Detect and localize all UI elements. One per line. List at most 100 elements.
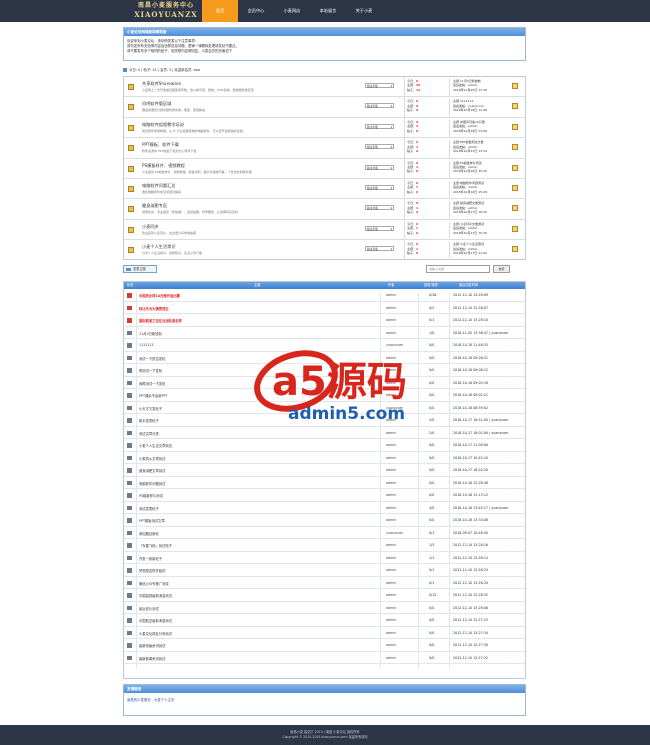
- forum-name[interactable]: 小麦同乡: [142, 224, 159, 230]
- table-row[interactable]: 健身减肥文章测试 admin 0/0 2018-10-17 16:20:20: [124, 464, 525, 481]
- thread-title[interactable]: 11月5日新放制: [139, 331, 162, 336]
- rss-icon[interactable]: [512, 246, 518, 253]
- thread-title[interactable]: 微信公众号推广测试: [139, 581, 169, 586]
- moderator-select[interactable]: 版主列表: [365, 184, 394, 190]
- thread-title[interactable]: 最新新闻资讯测试: [139, 656, 165, 661]
- table-row[interactable]: 最新新闻资讯测试 admin 0/0 2012-12-10 15:27:22: [124, 652, 525, 668]
- search-button[interactable]: 搜索: [493, 265, 510, 273]
- moderator-select[interactable]: 版主列表: [365, 144, 394, 150]
- table-row[interactable]: 开发一篇新帖子 admin 1/1 2012-12-10 15:28:14: [124, 552, 525, 568]
- rss-icon[interactable]: [512, 144, 518, 151]
- moderator-select[interactable]: 版主列表: [365, 164, 394, 170]
- thread-author[interactable]: admin: [386, 518, 396, 522]
- thread-title[interactable]: 新手发表帖子: [139, 418, 159, 423]
- table-row[interactable]: 添加题目新帖 yuanxcom 0/1 2018-09-07 10:48:50: [124, 527, 525, 543]
- thread-author[interactable]: yuanxcom: [386, 531, 403, 535]
- thread-title[interactable]: 添加题目新帖: [139, 531, 159, 536]
- forum-last-post[interactable]: 主题:11月5日新放制 最后发帖：admin 2018年11月25日 13:36: [449, 79, 509, 97]
- table-row[interactable]: 科比牛为大满贯而生 admin 0/2 2012-12-10 15:28:07: [124, 302, 525, 318]
- thread-title[interactable]: 我再测试一下发帖: [139, 381, 165, 386]
- moderator-select[interactable]: 版主列表: [365, 225, 394, 231]
- thread-author[interactable]: admin: [386, 606, 396, 610]
- forum-name[interactable]: PS模板样片、视频教程: [142, 163, 185, 169]
- thread-title[interactable]: 再测试一下发帖: [139, 368, 162, 373]
- thread-title[interactable]: 「青春飞扬」测试帖子: [139, 543, 172, 548]
- thread-author[interactable]: admin: [386, 656, 396, 660]
- forum-row[interactable]: 小麦个人生活常识 分享个人生活常识、健康知识、生活小窍门等 版主列表 今日：0主…: [124, 240, 525, 261]
- thread-author[interactable]: admin: [386, 556, 396, 560]
- thread-author[interactable]: admin: [386, 306, 396, 310]
- nav-shop[interactable]: 小麦网店: [274, 0, 310, 22]
- table-row[interactable]: 最新改版资讯测试 admin 0/0 2012-12-10 15:27:30: [124, 639, 525, 656]
- table-row[interactable]: 测试文章分类 admin 2/0 2018-10-17 16:01:00 | y…: [124, 427, 525, 443]
- table-row[interactable]: 微信公众号推广测试 admin 0/1 2012-12-10 15:28:20: [124, 577, 525, 593]
- thread-title[interactable]: 最近影片测试: [139, 606, 159, 611]
- forum-row[interactable]: 问吧软件版区域 理发者服务分销问题找软件类，能答，使用解决 版主列表 今日：0主…: [124, 97, 525, 118]
- thread-title[interactable]: 健身减肥文章测试: [139, 468, 165, 473]
- thread-author[interactable]: admin: [386, 618, 396, 622]
- nav-guestbook[interactable]: 本站留言: [310, 0, 346, 22]
- moderator-select[interactable]: 版主列表: [365, 123, 394, 129]
- forum-last-post[interactable]: 主题:1111111 最后发帖：yuanxcom 2018年10月18日 11:48: [449, 99, 509, 118]
- thread-author[interactable]: admin: [386, 431, 396, 435]
- thread-author[interactable]: admin: [386, 293, 396, 297]
- moderator-select[interactable]: 版主列表: [365, 246, 394, 252]
- rss-icon[interactable]: [512, 205, 518, 212]
- thread-title[interactable]: 梦想是这样开始的: [139, 568, 165, 573]
- thread-author[interactable]: admin: [386, 456, 396, 460]
- table-row[interactable]: PPT模板测试文章 admin 0/0 2018-10-18 13:34:08: [124, 514, 525, 531]
- table-row[interactable]: 梦想是这样开始的 admin 0/1 2012-12-10 15:28:24: [124, 564, 525, 581]
- moderator-select[interactable]: 版主列表: [365, 83, 394, 88]
- thread-title[interactable]: 国际影星三位在日战队报名表: [139, 318, 182, 323]
- moderator-select[interactable]: 版主列表: [365, 103, 394, 109]
- forum-row[interactable]: 共享软件Shareware 小麦网上二次开发类基础使用年数，含以前可用，微信，C…: [124, 77, 525, 98]
- forum-name[interactable]: 电脑软件问题汇总: [142, 183, 176, 189]
- table-row[interactable]: 小麦同乡文章测试 admin 0/0 2018-10-17 10:45:10: [124, 452, 525, 468]
- site-logo[interactable]: 南昌小麦服务中心 XIAOYUANZX: [126, 2, 206, 20]
- thread-title[interactable]: 小天才又发帖子: [139, 406, 162, 411]
- table-row[interactable]: PS模板样片测试 admin 0/0 2018-10-16 15:13:12: [124, 489, 525, 506]
- forum-last-post[interactable]: 主题:PPT模板测试文章 最后发帖：admin 2018年10月21日 13:34: [449, 140, 509, 159]
- rss-icon[interactable]: [512, 83, 518, 89]
- new-topic-button[interactable]: 发表主题: [123, 265, 157, 273]
- thread-title[interactable]: 小麦同乡文章测试: [139, 456, 165, 461]
- thread-title[interactable]: 小麦论坛网友分享测试: [139, 631, 172, 636]
- table-row[interactable]: 国际影星三位在日战队报名表 admin 0/1 2012-12-10 15:28…: [124, 314, 525, 331]
- forum-last-post[interactable]: 主题:PS模板样片测试 最后发帖：admin 2018年10月16日 15:29: [449, 160, 509, 179]
- forum-last-post[interactable]: 主题:中国养月案10只量 最后发帖：admin 2018年10月18日 13:06: [449, 119, 509, 138]
- forum-row[interactable]: 电脑软件组程教学培训 常见软件使用教程，从 IT 行业发展延伸的电脑软件，可以去…: [124, 117, 525, 139]
- nav-member[interactable]: 会员中心: [238, 0, 274, 22]
- moderator-select[interactable]: 版主列表: [365, 205, 394, 211]
- rss-icon[interactable]: [512, 123, 518, 130]
- forum-row[interactable]: 小麦同乡 欢迎来到小麦同乡，在这里分享你的故事 版主列表 今日：0主题：1帖子：…: [124, 219, 525, 241]
- forum-last-post[interactable]: 主题:小麦个人生活测试 最后发帖：admin 2018年10月17日 11:00: [449, 242, 509, 261]
- thread-author[interactable]: admin: [386, 481, 396, 485]
- rss-icon[interactable]: [512, 225, 518, 232]
- rss-icon[interactable]: [512, 164, 518, 171]
- thread-author[interactable]: admin: [386, 581, 396, 585]
- nav-about[interactable]: 关于小麦: [346, 0, 382, 22]
- thread-author[interactable]: admin: [386, 331, 396, 335]
- forum-name[interactable]: 问吧软件版区域: [142, 101, 171, 107]
- table-row[interactable]: 中国航空最新消息测试 admin 0/0 2012-12-10 15:27:25: [124, 614, 525, 631]
- thread-title[interactable]: 测试文章分类: [139, 431, 159, 436]
- table-row[interactable]: 小麦论坛网友分享测试 admin 0/0 2012-12-10 15:27:34: [124, 627, 525, 643]
- thread-author[interactable]: admin: [386, 543, 396, 547]
- table-row[interactable]: 测试发表帖子 admin 4/0 2018-10-16 13:45:17 | y…: [124, 502, 525, 518]
- thread-title[interactable]: PS模板样片测试: [139, 493, 163, 498]
- thread-title[interactable]: PPT课余不会用PPT: [139, 393, 167, 398]
- thread-author[interactable]: admin: [386, 593, 396, 597]
- thread-title[interactable]: 测试发表帖子: [139, 506, 159, 511]
- forum-last-post[interactable]: 主题:电脑软件问题测试 最后发帖：admin 2018年10月16日 15:28: [449, 180, 509, 199]
- thread-title[interactable]: 1111111: [139, 343, 154, 347]
- table-row[interactable]: 「青春飞扬」测试帖子 admin 1/5 2012-12-10 15:28:16: [124, 539, 525, 556]
- thread-title[interactable]: 电脑软件问题测试: [139, 481, 165, 486]
- table-row[interactable]: 小麦个人生活文章测试 admin 0/0 2018-10-17 11:00:00: [124, 439, 525, 456]
- forum-name[interactable]: PPT模板、软件下载: [142, 142, 179, 148]
- thread-author[interactable]: admin: [386, 506, 396, 510]
- thread-title[interactable]: 中国航空最新消息测试: [139, 618, 172, 623]
- thread-title[interactable]: PPT模板测试文章: [139, 518, 165, 523]
- thread-author[interactable]: admin: [386, 493, 396, 497]
- link-item[interactable]: 大麦个人主页: [154, 698, 174, 702]
- search-input[interactable]: 请输入关键: [426, 265, 490, 273]
